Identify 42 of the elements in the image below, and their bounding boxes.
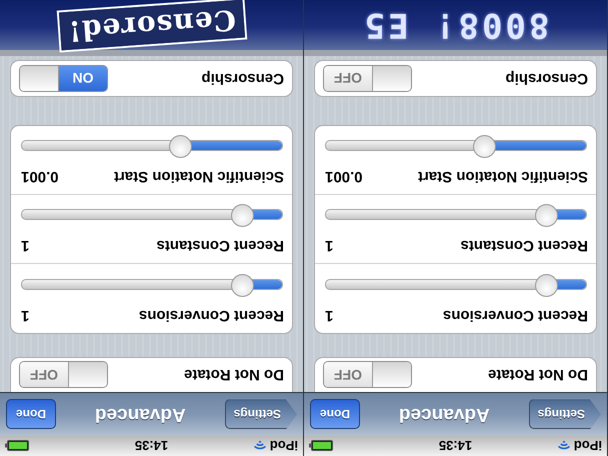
toggle-switch[interactable]: OFF (323, 362, 412, 388)
setting-value: 0.001 (325, 168, 363, 185)
setting-label: Censorship (505, 70, 588, 87)
screen-title: Advanced (398, 404, 490, 426)
settings-back-button[interactable]: Settings (528, 400, 601, 430)
slider-thumb[interactable] (168, 135, 192, 158)
settings-back-button[interactable]: Settings (224, 400, 297, 430)
setting-label: Recent Constants (460, 237, 588, 254)
setting-label: Recent Constants (156, 237, 284, 254)
slider-thumb[interactable] (472, 135, 496, 158)
wifi-icon (556, 440, 571, 452)
setting-label: Do Not Rotate (488, 366, 588, 384)
setting-label: Do Not Rotate (184, 366, 284, 384)
done-button[interactable]: Done (6, 400, 56, 430)
setting-label: Recent Conversions (138, 307, 284, 324)
clock-time: 14:35 (438, 438, 472, 454)
clock-time: 14:35 (134, 438, 168, 454)
slider-thumb[interactable] (230, 204, 254, 227)
setting-value: 1 (21, 307, 30, 324)
setting-label: Recent Conversions (442, 307, 588, 324)
stamp-logo: Censored! (56, 0, 247, 53)
slider-thumb[interactable] (230, 274, 254, 297)
carrier-label: iPod (574, 438, 602, 454)
battery-icon (309, 440, 333, 452)
done-button[interactable]: Done (310, 400, 360, 430)
toggle-switch[interactable]: OFF (19, 362, 108, 388)
setting-label: Scientific Notation Start (418, 168, 588, 185)
battery-icon (5, 440, 29, 452)
screen-title: Advanced (94, 404, 186, 426)
toggle-switch[interactable]: ON (19, 65, 108, 92)
setting-value: 1 (21, 237, 30, 254)
setting-label: Scientific Notation Start (114, 168, 284, 185)
slider-thumb[interactable] (534, 204, 558, 227)
toggle-switch[interactable]: OFF (323, 65, 412, 92)
setting-label: Censorship (201, 70, 284, 87)
slider-thumb[interactable] (534, 274, 558, 297)
carrier-label: iPod (270, 438, 298, 454)
digital-readout: 8008! E5 (362, 5, 550, 45)
wifi-icon (252, 440, 267, 452)
setting-value: 0.001 (21, 168, 59, 185)
setting-value: 1 (325, 237, 334, 254)
setting-value: 1 (325, 307, 334, 324)
